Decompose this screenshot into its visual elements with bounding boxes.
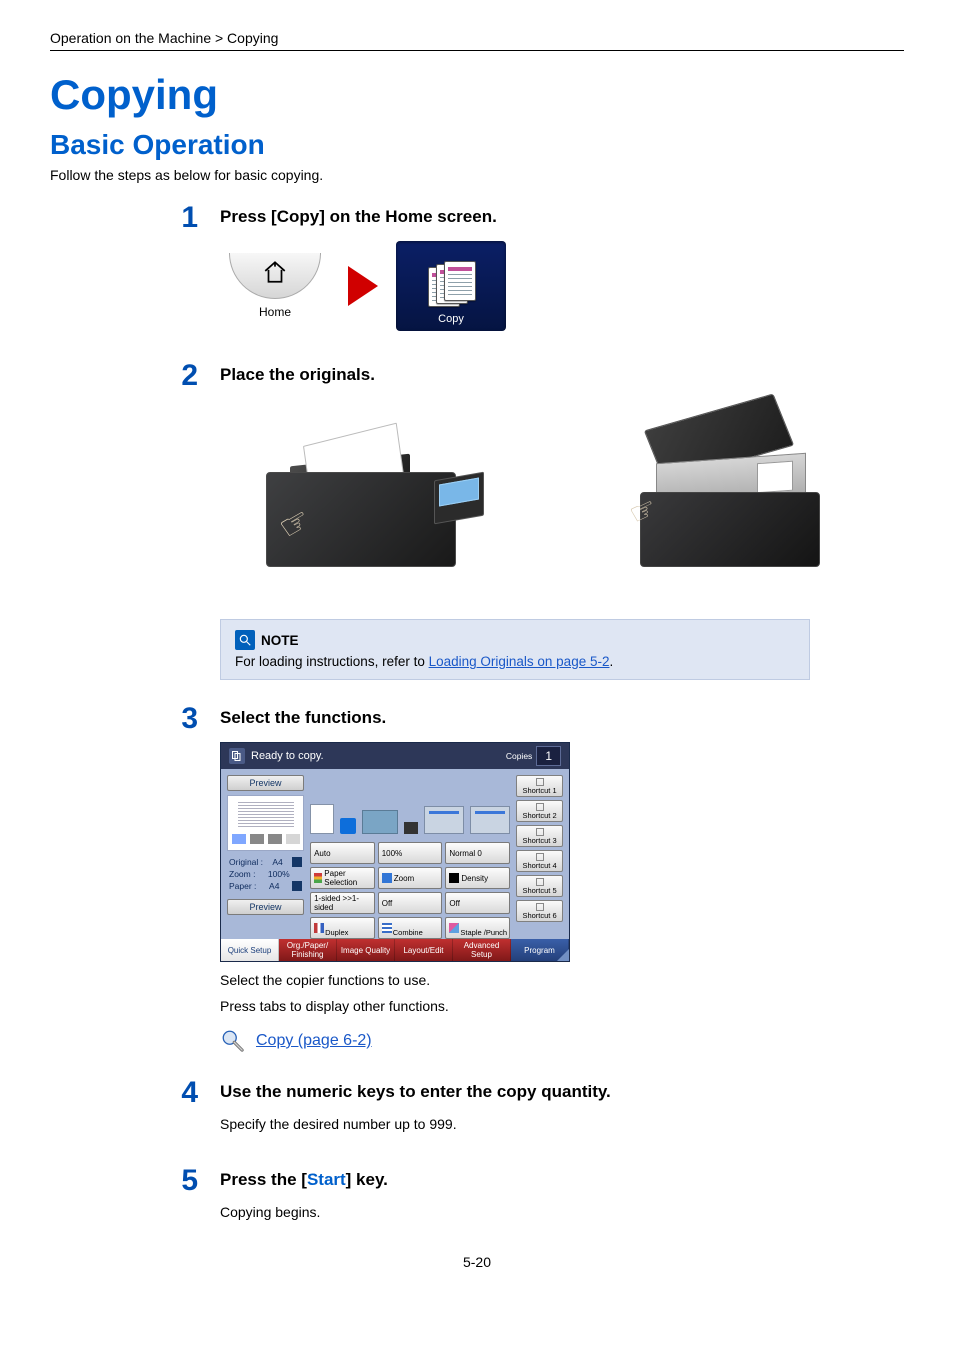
divider bbox=[50, 50, 904, 51]
intro-text: Follow the steps as below for basic copy… bbox=[50, 167, 904, 183]
flow-illustration bbox=[310, 775, 510, 838]
loading-originals-link[interactable]: Loading Originals on page 5-2 bbox=[429, 654, 610, 669]
opt-density[interactable]: Density bbox=[445, 867, 510, 889]
shortcut-5[interactable]: Shortcut 5 bbox=[516, 875, 563, 897]
shortcut-4[interactable]: Shortcut 4 bbox=[516, 850, 563, 872]
step-number: 5 bbox=[180, 1166, 198, 1230]
step-2: 2 Place the originals. ☞ bbox=[50, 361, 904, 680]
step-4-text: Specify the desired number up to 999. bbox=[220, 1116, 904, 1132]
touch-panel-screenshot: Ready to copy. Copies 1 Preview bbox=[220, 742, 570, 962]
step-4-title: Use the numeric keys to enter the copy q… bbox=[220, 1082, 904, 1102]
tab-org-paper-finishing[interactable]: Org./Paper/ Finishing bbox=[279, 939, 337, 961]
opt-staple[interactable]: Staple /Punch bbox=[445, 917, 510, 939]
opt-combine[interactable]: Combine bbox=[378, 917, 443, 939]
section-title: Basic Operation bbox=[50, 129, 904, 161]
panel-status: Ready to copy. bbox=[251, 750, 324, 762]
step-2-title: Place the originals. bbox=[220, 365, 904, 385]
step-1-title: Press [Copy] on the Home screen. bbox=[220, 207, 904, 227]
opt-off2[interactable]: Off bbox=[445, 892, 510, 914]
magnifier-icon bbox=[220, 1028, 246, 1054]
step-number: 1 bbox=[180, 203, 198, 337]
place-originals-platen-figure: ☞ bbox=[580, 399, 880, 599]
copy-icon bbox=[428, 261, 474, 309]
shortcut-1[interactable]: Shortcut 1 bbox=[516, 775, 563, 797]
preview-thumbnail bbox=[227, 795, 304, 851]
breadcrumb: Operation on the Machine > Copying bbox=[50, 30, 904, 50]
copy-tile[interactable]: Copy bbox=[396, 241, 506, 331]
home-label: Home bbox=[259, 305, 291, 319]
step-3-text1: Select the copier functions to use. bbox=[220, 972, 904, 988]
opt-normal[interactable]: Normal 0 bbox=[445, 842, 510, 864]
place-originals-adf-figure: ☞ bbox=[220, 399, 520, 599]
step-4: 4 Use the numeric keys to enter the copy… bbox=[50, 1078, 904, 1142]
opt-zoom[interactable]: Zoom bbox=[378, 867, 443, 889]
step-number: 2 bbox=[180, 361, 198, 680]
note-label: NOTE bbox=[261, 633, 299, 648]
page-title: Copying bbox=[50, 71, 904, 119]
document-icon bbox=[229, 748, 245, 764]
shortcut-6[interactable]: Shortcut 6 bbox=[516, 900, 563, 922]
opt-duplex[interactable]: Duplex bbox=[310, 917, 375, 939]
tab-quick-setup[interactable]: Quick Setup bbox=[221, 939, 279, 961]
opt-paper-selection[interactable]: Paper Selection bbox=[310, 867, 375, 889]
copies-label: Copies bbox=[506, 751, 532, 761]
step-number: 4 bbox=[180, 1078, 198, 1142]
preview-button[interactable]: Preview bbox=[227, 775, 304, 791]
opt-100[interactable]: 100% bbox=[378, 842, 443, 864]
home-button[interactable]: Home bbox=[220, 253, 330, 319]
copy-page-link[interactable]: Copy (page 6-2) bbox=[256, 1032, 372, 1050]
opt-off1[interactable]: Off bbox=[378, 892, 443, 914]
arrow-right-icon bbox=[348, 266, 378, 306]
step-3: 3 Select the functions. Ready to copy. C… bbox=[50, 704, 904, 1054]
step-5-title: Press the [Start] key. bbox=[220, 1170, 904, 1190]
step-number: 3 bbox=[180, 704, 198, 1054]
step-5: 5 Press the [Start] key. Copying begins. bbox=[50, 1166, 904, 1230]
step-3-text2: Press tabs to display other functions. bbox=[220, 998, 904, 1014]
tab-image-quality[interactable]: Image Quality bbox=[337, 939, 395, 961]
note-icon bbox=[235, 630, 255, 650]
step-5-text: Copying begins. bbox=[220, 1204, 904, 1220]
page-curl-icon bbox=[557, 949, 569, 961]
copies-value: 1 bbox=[536, 746, 561, 766]
tab-advanced-setup[interactable]: Advanced Setup bbox=[453, 939, 511, 961]
tab-layout-edit[interactable]: Layout/Edit bbox=[395, 939, 453, 961]
shortcut-2[interactable]: Shortcut 2 bbox=[516, 800, 563, 822]
copy-label: Copy bbox=[438, 313, 464, 325]
note-box: NOTE For loading instructions, refer to … bbox=[220, 619, 810, 680]
home-icon bbox=[262, 259, 288, 285]
step-3-title: Select the functions. bbox=[220, 708, 904, 728]
page-number: 5-20 bbox=[50, 1254, 904, 1270]
shortcut-3[interactable]: Shortcut 3 bbox=[516, 825, 563, 847]
note-text: For loading instructions, refer to Loadi… bbox=[235, 654, 795, 669]
opt-auto[interactable]: Auto bbox=[310, 842, 375, 864]
panel-info: Original :A4 Zoom :100% Paper :A4 bbox=[227, 855, 304, 895]
opt-1sided[interactable]: 1-sided >>1-sided bbox=[310, 892, 375, 914]
step-1: 1 Press [Copy] on the Home screen. Home … bbox=[50, 203, 904, 337]
preview-button[interactable]: Preview bbox=[227, 899, 304, 915]
